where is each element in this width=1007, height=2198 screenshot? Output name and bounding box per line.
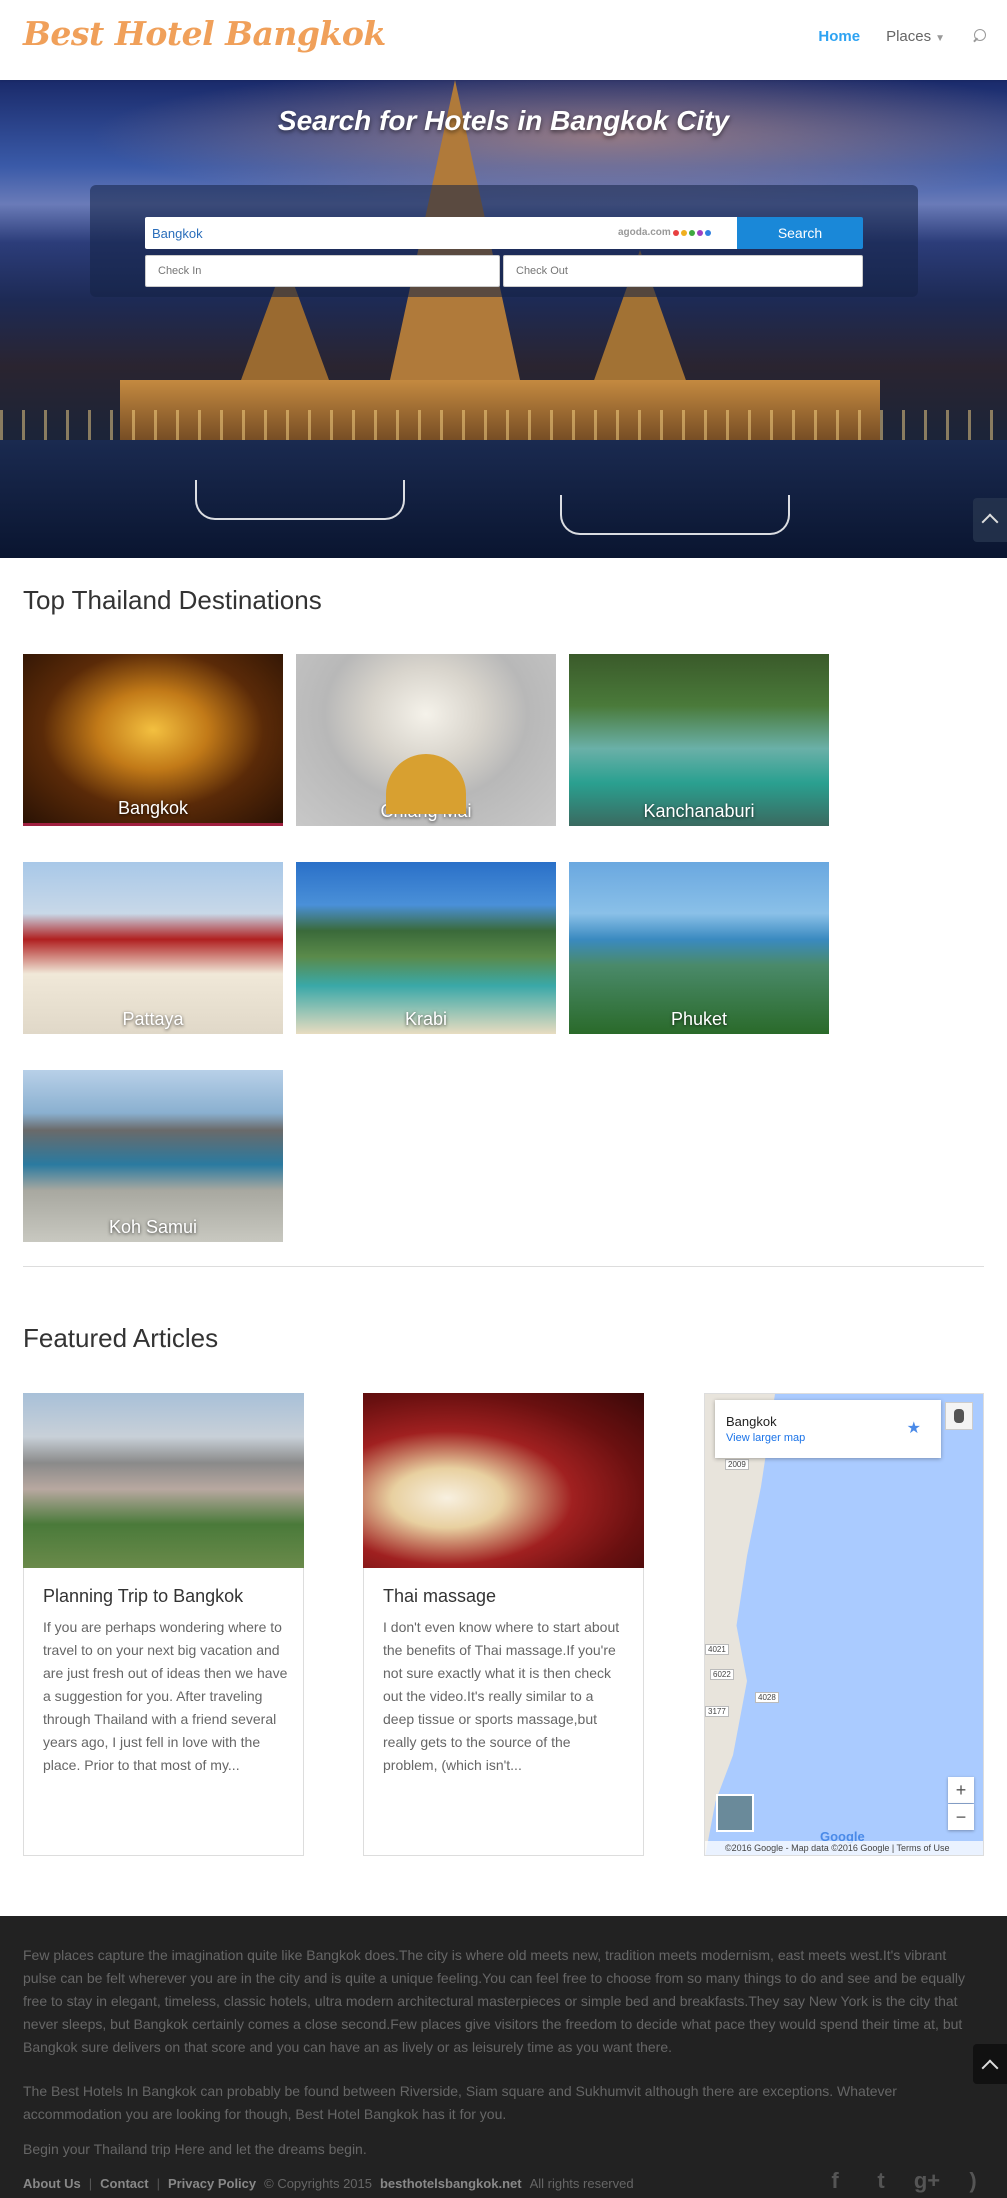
- pegman-icon[interactable]: [945, 1402, 973, 1430]
- footer-separator: |: [156, 2176, 160, 2191]
- article-title[interactable]: Planning Trip to Bangkok: [43, 1586, 243, 1607]
- destination-tile-chiang-mai[interactable]: Chiang Mai: [296, 654, 556, 826]
- article-card[interactable]: Thai massage I don't even know where to …: [363, 1393, 644, 1856]
- google-map[interactable]: 2009 4021 6022 4028 3177 Bangkok View la…: [704, 1393, 984, 1856]
- road-label: 6022: [710, 1669, 734, 1680]
- road-label: 2009: [725, 1459, 749, 1470]
- destination-tile-phuket[interactable]: Phuket: [569, 862, 829, 1034]
- scroll-top-button[interactable]: [973, 2044, 1007, 2084]
- hero-title: Search for Hotels in Bangkok City: [277, 105, 730, 136]
- google-plus-icon[interactable]: g+: [913, 2168, 941, 2194]
- destination-label: Pattaya: [122, 1009, 184, 1029]
- search-button[interactable]: Search: [737, 217, 863, 249]
- destinations-heading: Top Thailand Destinations: [23, 585, 322, 615]
- destination-label: Bangkok: [117, 798, 189, 818]
- destination-tile-pattaya[interactable]: Pattaya: [23, 862, 283, 1034]
- nav-home[interactable]: Home: [818, 28, 860, 45]
- chevron-down-icon: ▼: [935, 33, 945, 44]
- section-divider: [23, 1266, 984, 1267]
- road-label: 3177: [705, 1706, 729, 1717]
- footer-separator: |: [88, 2176, 93, 2191]
- footer-link-privacy[interactable]: Privacy Policy: [168, 2176, 256, 2191]
- footer-link-about[interactable]: About Us: [23, 2176, 81, 2191]
- agoda-dot-icon: [672, 229, 679, 236]
- footer-paragraph: Few places capture the imagination quite…: [23, 1947, 965, 2055]
- site-footer: Few places capture the imagination quite…: [0, 1916, 1007, 2198]
- footer-link-contact[interactable]: Contact: [100, 2176, 148, 2191]
- facebook-icon[interactable]: f: [821, 2168, 849, 2194]
- article-excerpt: If you are perhaps wondering where to tr…: [43, 1619, 288, 1773]
- article-image[interactable]: [363, 1393, 644, 1568]
- rss-icon[interactable]: ): [959, 2168, 987, 2194]
- article-title[interactable]: Thai massage: [383, 1586, 496, 1607]
- nav-places-label: Places: [886, 28, 932, 45]
- copyright-suffix: All rights reserved: [529, 2176, 634, 2191]
- destination-tile-krabi[interactable]: Krabi: [296, 862, 556, 1034]
- copyright-prefix: © Copyrights 2015: [264, 2176, 372, 2191]
- article-card[interactable]: Planning Trip to Bangkok If you are perh…: [23, 1393, 304, 1856]
- destination-tile-bangkok[interactable]: Bangkok: [23, 654, 283, 826]
- hero-boat: [195, 480, 405, 520]
- hotel-search-panel: agoda.com Search: [90, 185, 918, 297]
- destination-label: Phuket: [670, 1009, 728, 1029]
- check-in-field[interactable]: [145, 255, 500, 287]
- view-larger-map-link[interactable]: View larger map: [726, 1432, 805, 1444]
- agoda-dot-icon: [696, 229, 703, 236]
- social-links: f t g+ ): [821, 2168, 987, 2194]
- article-excerpt: I don't even know where to start about t…: [383, 1619, 620, 1773]
- twitter-icon[interactable]: t: [867, 2168, 895, 2194]
- street-view-thumbnail[interactable]: [716, 1794, 754, 1832]
- nav-places[interactable]: Places ▼: [886, 28, 945, 45]
- scroll-top-button[interactable]: [973, 498, 1007, 542]
- hero-lights: [0, 410, 1007, 440]
- articles-heading: Featured Articles: [23, 1323, 219, 1353]
- site-logo[interactable]: Best Hotel Bangkok: [23, 14, 386, 53]
- road-label: 4028: [755, 1692, 779, 1703]
- article-image[interactable]: [23, 1393, 304, 1568]
- main-nav: Home Places ▼: [818, 28, 987, 45]
- map-place-name: Bangkok: [726, 1414, 777, 1429]
- road-label: 4021: [705, 1644, 729, 1655]
- agoda-dot-icon: [688, 229, 695, 236]
- destination-tile-kanchanaburi[interactable]: Kanchanaburi: [569, 654, 829, 826]
- footer-paragraph: The Best Hotels In Bangkok can probably …: [23, 2083, 897, 2122]
- check-out-field[interactable]: [503, 255, 863, 287]
- agoda-label: agoda.com: [618, 227, 671, 238]
- map-attribution: ©2016 Google - Map data ©2016 Google | T…: [705, 1841, 983, 1855]
- star-icon[interactable]: ★: [907, 1418, 921, 1438]
- zoom-out-button[interactable]: −: [948, 1804, 974, 1830]
- zoom-in-button[interactable]: +: [948, 1777, 974, 1803]
- hero-banner: Search for Hotels in Bangkok City agoda.…: [0, 80, 1007, 558]
- destination-label: Krabi: [404, 1009, 448, 1029]
- copyright-site[interactable]: besthotelsbangkok.net: [380, 2176, 522, 2191]
- agoda-dot-icon: [680, 229, 687, 236]
- destination-label: Kanchanaburi: [643, 801, 755, 821]
- agoda-dot-icon: [704, 229, 711, 236]
- map-info-card: Bangkok View larger map ★: [715, 1400, 941, 1458]
- footer-paragraph: Begin your Thailand trip Here and let th…: [23, 2141, 367, 2157]
- hero-river: [0, 440, 1007, 558]
- search-icon[interactable]: [971, 28, 987, 45]
- destination-label: Chiang Mai: [380, 801, 472, 821]
- agoda-badge: agoda.com: [618, 227, 711, 238]
- hero-boat: [560, 495, 790, 535]
- destination-label: Koh Samui: [108, 1217, 198, 1237]
- destination-tile-koh-samui[interactable]: Koh Samui: [23, 1070, 283, 1242]
- footer-links: About Us | Contact | Privacy Policy © Co…: [23, 2176, 634, 2191]
- site-header: Best Hotel Bangkok Home Places ▼: [0, 0, 1007, 80]
